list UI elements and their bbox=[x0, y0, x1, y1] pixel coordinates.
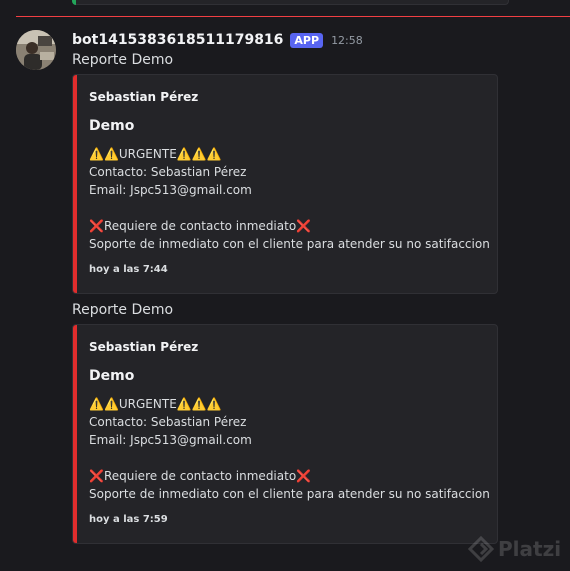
embed-title: Demo bbox=[89, 368, 135, 384]
embed-line-email: Email: Jspc513@gmail.com bbox=[89, 183, 252, 197]
embed-title: Demo bbox=[89, 118, 135, 134]
chat-channel: bot1415383618511179816 APP 12:58 Reporte… bbox=[0, 0, 570, 571]
embed-description: ⚠️⚠️URGENTE⚠️⚠️⚠️ Contacto: Sebastian Pé… bbox=[89, 145, 490, 253]
embed-author: Sebastian Pérez bbox=[89, 90, 199, 104]
embed-author: Sebastian Pérez bbox=[89, 340, 199, 354]
embed-blank-line bbox=[89, 199, 485, 217]
embed-footer-timestamp: hoy a las 7:44 bbox=[89, 264, 168, 275]
message-timestamp[interactable]: 12:58 bbox=[331, 34, 363, 47]
embed-footer-timestamp: hoy a las 7:59 bbox=[89, 514, 168, 525]
embed-line-contact: Contacto: Sebastian Pérez bbox=[89, 165, 247, 179]
report-embed: Sebastian Pérez Demo ⚠️⚠️URGENTE⚠️⚠️⚠️ C… bbox=[72, 324, 498, 544]
previous-embed bbox=[72, 0, 509, 5]
embed-description: ⚠️⚠️URGENTE⚠️⚠️⚠️ Contacto: Sebastian Pé… bbox=[89, 395, 490, 503]
message-header: bot1415383618511179816 APP 12:58 bbox=[72, 30, 363, 50]
report-embed: Sebastian Pérez Demo ⚠️⚠️URGENTE⚠️⚠️⚠️ C… bbox=[72, 74, 498, 294]
platzi-watermark-text: Platzi bbox=[498, 537, 562, 561]
platzi-logo-icon bbox=[468, 536, 494, 562]
new-messages-divider bbox=[16, 16, 570, 17]
embed-line-contact: Contacto: Sebastian Pérez bbox=[89, 415, 247, 429]
message-text: Reporte Demo bbox=[72, 52, 174, 68]
user-avatar-icon bbox=[16, 30, 56, 70]
embed-line-urgent: ⚠️⚠️URGENTE⚠️⚠️⚠️ bbox=[89, 397, 222, 411]
embed-line-support: Soporte de inmediato con el cliente para… bbox=[89, 487, 490, 501]
platzi-watermark: Platzi bbox=[468, 534, 561, 564]
embed-blank-line bbox=[89, 449, 485, 467]
embed-line-email: Email: Jspc513@gmail.com bbox=[89, 433, 252, 447]
embed-accent-bar bbox=[73, 75, 77, 293]
app-badge: APP bbox=[290, 32, 324, 48]
embed-line-urgent: ⚠️⚠️URGENTE⚠️⚠️⚠️ bbox=[89, 147, 222, 161]
embed-line-requires-contact: ❌Requiere de contacto inmediato❌ bbox=[89, 469, 312, 483]
message-text: Reporte Demo bbox=[72, 302, 174, 318]
embed-accent-bar bbox=[73, 325, 77, 543]
embed-line-support: Soporte de inmediato con el cliente para… bbox=[89, 237, 490, 251]
bot-avatar[interactable] bbox=[16, 30, 56, 70]
embed-line-requires-contact: ❌Requiere de contacto inmediato❌ bbox=[89, 219, 312, 233]
bot-username[interactable]: bot1415383618511179816 bbox=[72, 32, 283, 48]
